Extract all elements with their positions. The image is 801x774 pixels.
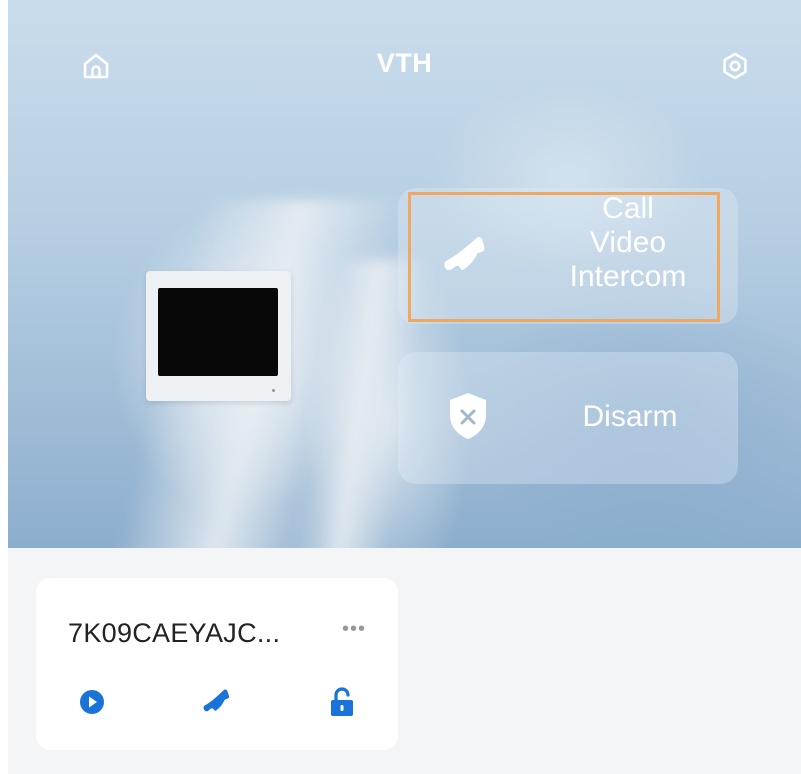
device-screen (158, 288, 278, 376)
page-title: VTH (376, 48, 433, 78)
unlock-icon (331, 687, 353, 716)
play-icon (80, 690, 104, 714)
disarm-label: Disarm (582, 400, 678, 433)
phone-icon (440, 228, 496, 284)
hero-panel: VTH Call Video Intercom Disarm (8, 0, 801, 548)
device-name: 7K09CAEYAJC... (68, 618, 281, 648)
call-button[interactable] (202, 686, 234, 718)
more-options-button[interactable]: ••• (342, 618, 382, 640)
call-video-intercom-button[interactable]: Call Video Intercom (398, 188, 738, 324)
phone-icon (203, 689, 230, 712)
settings-icon (723, 52, 747, 80)
shield-x-icon (440, 388, 496, 444)
device-indicator (272, 389, 275, 392)
call-video-intercom-label: Call Video Intercom (569, 192, 687, 293)
disarm-button[interactable]: Disarm (398, 352, 738, 484)
unlock-button[interactable] (326, 686, 358, 718)
vth-device-image (146, 271, 291, 401)
app-root: VTH Call Video Intercom Disarm 7K09CAEYA… (8, 0, 801, 774)
live-view-button[interactable] (76, 686, 108, 718)
settings-button[interactable] (715, 46, 755, 86)
top-bar: VTH (8, 34, 801, 94)
device-card[interactable]: 7K09CAEYAJC... ••• (36, 578, 398, 750)
